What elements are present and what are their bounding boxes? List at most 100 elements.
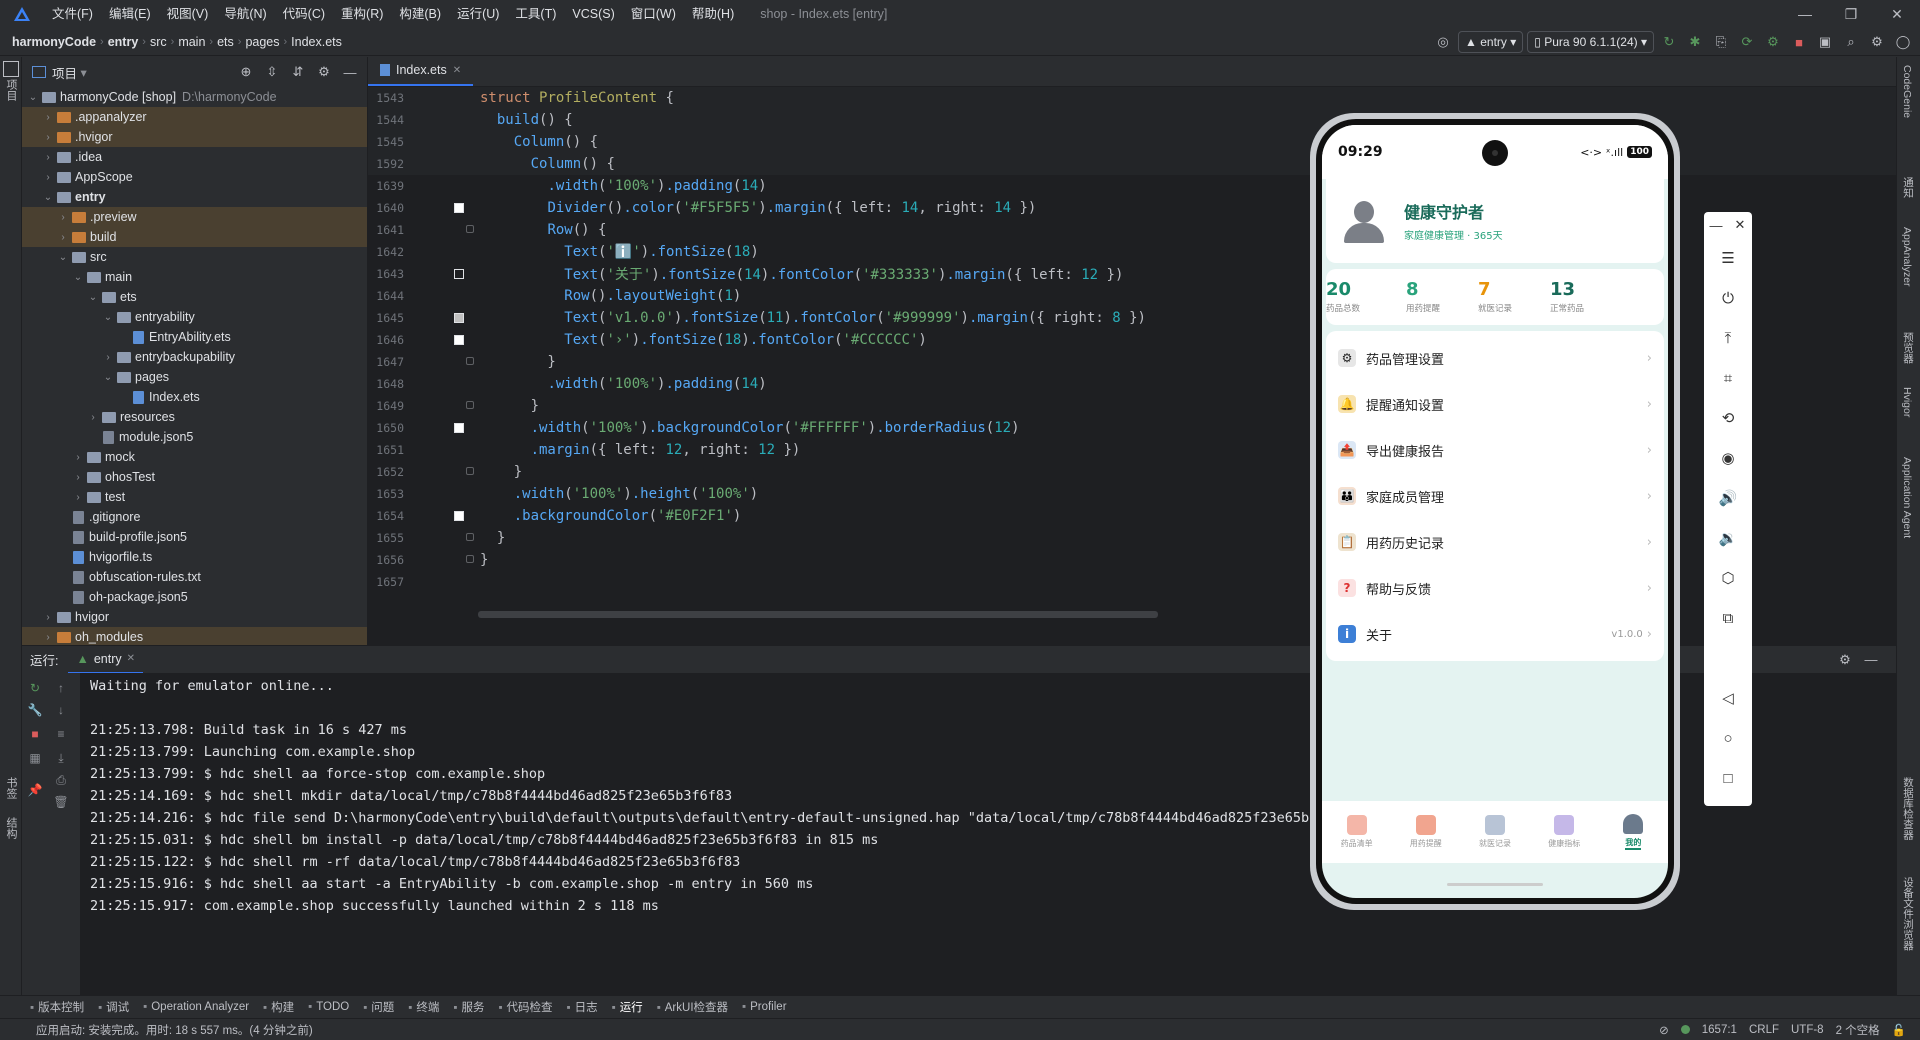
menu-item[interactable]: 运行(U) xyxy=(449,0,507,28)
print-icon[interactable]: ⎙ xyxy=(52,773,70,791)
tree-item[interactable]: › build xyxy=(22,227,367,247)
project-tool-icon[interactable] xyxy=(3,61,19,77)
device-manager-icon[interactable]: ▣ xyxy=(1814,31,1836,53)
status-message[interactable]: 应用启动: 安装完成。用时: 18 s 557 ms。(4 分钟之前) xyxy=(36,1022,313,1038)
settings-row[interactable]: ⚙ 药品管理设置 › xyxy=(1326,335,1664,381)
scroll-up-icon[interactable]: ↑ xyxy=(52,681,70,699)
breadcrumb-item[interactable]: main xyxy=(178,35,205,49)
tree-item[interactable]: ⌄ entryability xyxy=(22,307,367,327)
tree-item[interactable]: › hvigor xyxy=(22,607,367,627)
emulator-menu-icon[interactable]: ☰ xyxy=(1704,238,1752,278)
fold-icon[interactable]: ⬡ xyxy=(1704,558,1752,598)
tree-item[interactable]: ⌄ main xyxy=(22,267,367,287)
settings-row[interactable]: 📋 用药历史记录 › xyxy=(1326,519,1664,565)
tool-tab[interactable]: ▪ Operation Analyzer xyxy=(143,1001,258,1013)
power-icon[interactable]: ⏻ xyxy=(1704,278,1752,318)
profile-card[interactable]: 健康守护者 家庭健康管理 · 365天 xyxy=(1326,177,1664,263)
color-swatch-icon[interactable] xyxy=(454,269,464,279)
rerun-icon[interactable]: ↻ xyxy=(1658,31,1680,53)
profile-icon[interactable]: ⚙ xyxy=(1762,31,1784,53)
tree-item[interactable]: › resources xyxy=(22,407,367,427)
appanalyzer-tool-label[interactable]: AppAnalyzer xyxy=(1901,227,1913,287)
tool-tab[interactable]: ▪ 调试 xyxy=(98,999,138,1015)
menu-item[interactable]: 编辑(E) xyxy=(101,0,159,28)
locate-icon[interactable]: ⊕ xyxy=(235,61,257,83)
color-swatch-icon[interactable] xyxy=(454,335,464,345)
scroll-to-end-icon[interactable]: ⤓ xyxy=(52,751,70,769)
close-tab-icon[interactable]: ✕ xyxy=(453,65,461,76)
color-swatch-icon[interactable] xyxy=(454,203,464,213)
rotate-icon[interactable]: ⟲ xyxy=(1704,398,1752,438)
attach-debugger-icon[interactable]: ⎘ xyxy=(1710,31,1732,53)
expand-all-icon[interactable]: ⇳ xyxy=(261,61,283,83)
tree-item[interactable]: EntryAbility.ets xyxy=(22,327,367,347)
tree-item[interactable]: .gitignore xyxy=(22,507,367,527)
run-tab-entry[interactable]: ▲ entry ✕ xyxy=(68,646,144,674)
stop-icon[interactable]: ■ xyxy=(1788,31,1810,53)
menu-item[interactable]: 导航(N) xyxy=(216,0,274,28)
menu-item[interactable]: 帮助(H) xyxy=(684,0,742,28)
breadcrumb-item[interactable]: ets xyxy=(217,35,234,49)
project-tool-label[interactable]: 项目 xyxy=(3,79,19,101)
phone-tab[interactable]: 健康指标 xyxy=(1530,801,1599,863)
tool-tab[interactable]: ▪ 构建 xyxy=(263,999,303,1015)
code-line[interactable]: 1543 struct ProfileContent { xyxy=(368,87,1910,109)
tool-tab[interactable]: ▪ 运行 xyxy=(612,999,652,1015)
tree-item[interactable]: hvigorfile.ts xyxy=(22,547,367,567)
scroll-down-icon[interactable]: ↓ xyxy=(52,703,70,721)
fold-marker-icon[interactable] xyxy=(466,401,474,409)
stop-run-icon[interactable]: ■ xyxy=(26,727,44,745)
tool-tab[interactable]: ▪ ArkUI检查器 xyxy=(657,999,737,1015)
minimize-icon[interactable]: — xyxy=(1782,0,1828,28)
color-swatch-icon[interactable] xyxy=(454,511,464,521)
fold-marker-icon[interactable] xyxy=(466,467,474,475)
run-console[interactable]: Waiting for emulator online... 21:25:13.7… xyxy=(80,673,1310,995)
structure-tool-label[interactable]: 结构 xyxy=(3,817,19,839)
tree-item[interactable]: Index.ets xyxy=(22,387,367,407)
tree-item[interactable]: › .hvigor xyxy=(22,127,367,147)
pin-icon[interactable]: 📌 xyxy=(26,783,44,801)
tree-item[interactable]: obfuscation-rules.txt xyxy=(22,567,367,587)
account-icon[interactable]: ◯ xyxy=(1892,31,1914,53)
breadcrumb-item[interactable]: harmonyCode xyxy=(0,35,96,49)
previewer-tool-label[interactable]: 预览器 xyxy=(1901,332,1916,364)
line-separator[interactable]: CRLF xyxy=(1749,1024,1779,1036)
apply-changes-icon[interactable]: ⟳ xyxy=(1736,31,1758,53)
device-selector[interactable]: ▯ Pura 90 6.1.1(24) ▾ xyxy=(1527,31,1654,53)
target-icon[interactable]: ◎ xyxy=(1432,31,1454,53)
volume-down-icon[interactable]: 🔉 xyxy=(1704,518,1752,558)
multi-device-icon[interactable]: ⧉ xyxy=(1704,598,1752,638)
tree-item[interactable]: › oh_modules xyxy=(22,627,367,647)
codegenie-tool-label[interactable]: CodeGenie xyxy=(1901,65,1913,118)
tool-tab[interactable]: ▪ TODO xyxy=(308,1001,358,1013)
tab-index-ets[interactable]: Index.ets ✕ xyxy=(368,56,474,86)
tree-item[interactable]: module.json5 xyxy=(22,427,367,447)
recents-icon[interactable]: □ xyxy=(1704,758,1752,798)
settings-row[interactable]: 🔔 提醒通知设置 › xyxy=(1326,381,1664,427)
tree-item[interactable]: › entrybackupability xyxy=(22,347,367,367)
breadcrumb-item[interactable]: pages xyxy=(245,35,279,49)
clear-console-icon[interactable]: 🗑 xyxy=(52,795,70,813)
tree-item[interactable]: › .idea xyxy=(22,147,367,167)
menu-item[interactable]: VCS(S) xyxy=(564,0,622,28)
menu-item[interactable]: 代码(C) xyxy=(275,0,333,28)
screenshot-up-icon[interactable]: ⤒ xyxy=(1704,318,1752,358)
restore-layout-icon[interactable]: ▦ xyxy=(26,751,44,769)
indent-setting[interactable]: 2 个空格 xyxy=(1836,1022,1880,1038)
tool-tab[interactable]: ▪ 问题 xyxy=(363,999,403,1015)
settings-row[interactable]: ? 帮助与反馈 › xyxy=(1326,565,1664,611)
memory-indicator-icon[interactable]: ⊘ xyxy=(1659,1023,1669,1037)
tree-item[interactable]: ⌄ pages xyxy=(22,367,367,387)
stat-item[interactable]: 7 就医记录 xyxy=(1470,269,1542,325)
menu-item[interactable]: 文件(F) xyxy=(44,0,101,28)
tool-tab[interactable]: ▪ 日志 xyxy=(567,999,607,1015)
back-icon[interactable]: ◁ xyxy=(1704,678,1752,718)
soft-wrap-icon[interactable]: ≡ xyxy=(52,727,70,745)
options-icon[interactable]: ⚙ xyxy=(313,61,335,83)
color-swatch-icon[interactable] xyxy=(454,313,464,323)
restore-icon[interactable]: ❐ xyxy=(1828,0,1874,28)
home-icon[interactable]: ○ xyxy=(1704,718,1752,758)
fold-marker-icon[interactable] xyxy=(466,555,474,563)
settings-row[interactable]: 📤 导出健康报告 › xyxy=(1326,427,1664,473)
tree-item[interactable]: › ohosTest xyxy=(22,467,367,487)
